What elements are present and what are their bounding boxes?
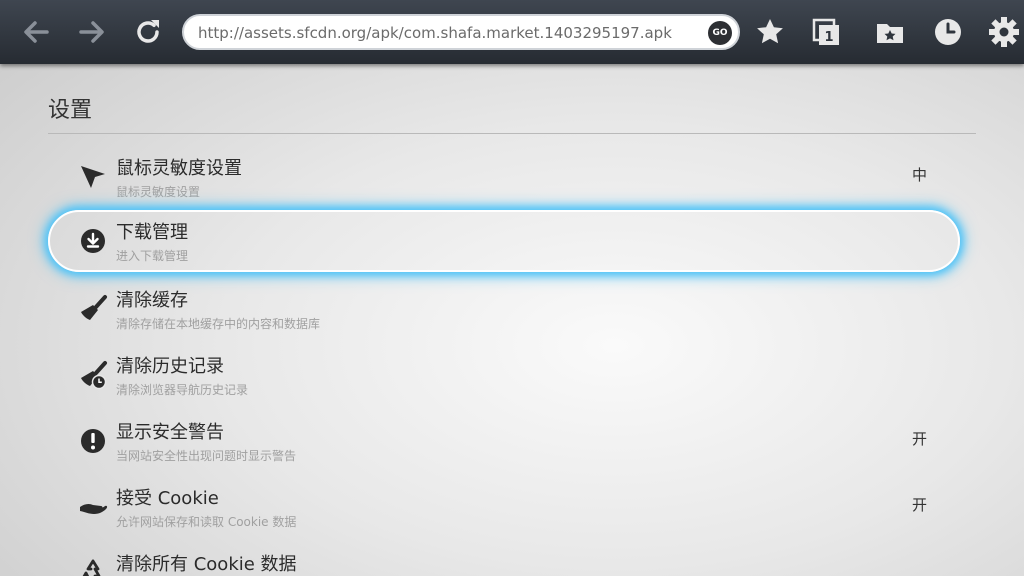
setting-accept-cookies[interactable]: 接受 Cookie 允许网站保存和读取 Cookie 数据 开 (48, 476, 960, 538)
gear-icon[interactable] (984, 12, 1024, 52)
download-icon (78, 226, 108, 256)
setting-clear-cache[interactable]: 清除缓存 清除存储在本地缓存中的内容和数据库 (48, 278, 960, 340)
setting-title: 清除历史记录 (116, 356, 224, 377)
history-clock-icon[interactable] (928, 12, 968, 52)
setting-value: 开 (912, 430, 928, 448)
tabs-icon[interactable]: 1 (806, 12, 846, 52)
setting-title: 清除缓存 (116, 290, 188, 311)
back-arrow-icon[interactable] (16, 12, 56, 52)
go-button[interactable]: GO (708, 21, 732, 45)
hand-icon (78, 492, 108, 522)
url-bar[interactable]: http://assets.sfcdn.org/apk/com.shafa.ma… (182, 14, 740, 50)
setting-subtitle: 进入下载管理 (116, 249, 189, 263)
setting-value: 中 (912, 166, 928, 184)
bookmarks-folder-icon[interactable] (870, 12, 910, 52)
setting-clear-history[interactable]: 清除历史记录 清除浏览器导航历史记录 (48, 344, 960, 406)
broom-icon (78, 294, 108, 324)
setting-value: 开 (912, 496, 928, 514)
warning-icon (78, 426, 108, 456)
divider (48, 133, 976, 134)
forward-arrow-icon[interactable] (72, 12, 112, 52)
mouse-pointer-icon (78, 162, 108, 192)
tabs-count: 1 (824, 30, 833, 45)
star-icon[interactable] (750, 12, 790, 52)
setting-mouse-sensitivity[interactable]: 鼠标灵敏度设置 鼠标灵敏度设置 中 (48, 146, 960, 208)
setting-subtitle: 清除存储在本地缓存中的内容和数据库 (116, 317, 321, 331)
setting-title: 鼠标灵敏度设置 (116, 158, 242, 179)
setting-title: 显示安全警告 (116, 422, 224, 443)
setting-title: 接受 Cookie (116, 488, 219, 509)
refresh-icon[interactable] (128, 12, 168, 52)
setting-clear-all-cookies[interactable]: 清除所有 Cookie 数据 (48, 542, 960, 576)
broom-clock-icon (78, 360, 108, 390)
setting-title: 清除所有 Cookie 数据 (116, 554, 297, 575)
setting-subtitle: 鼠标灵敏度设置 (116, 185, 201, 199)
setting-title: 下载管理 (116, 222, 188, 243)
page-title: 设置 (48, 98, 93, 123)
recycle-icon (78, 558, 108, 576)
setting-download-manager[interactable]: 下载管理 进入下载管理 (48, 210, 960, 272)
setting-subtitle: 清除浏览器导航历史记录 (116, 383, 249, 397)
url-text[interactable]: http://assets.sfcdn.org/apk/com.shafa.ma… (198, 24, 698, 42)
setting-security-warnings[interactable]: 显示安全警告 当网站安全性出现问题时显示警告 开 (48, 410, 960, 472)
setting-subtitle: 允许网站保存和读取 Cookie 数据 (116, 515, 297, 529)
setting-subtitle: 当网站安全性出现问题时显示警告 (116, 449, 297, 463)
browser-toolbar: http://assets.sfcdn.org/apk/com.shafa.ma… (0, 0, 1024, 64)
